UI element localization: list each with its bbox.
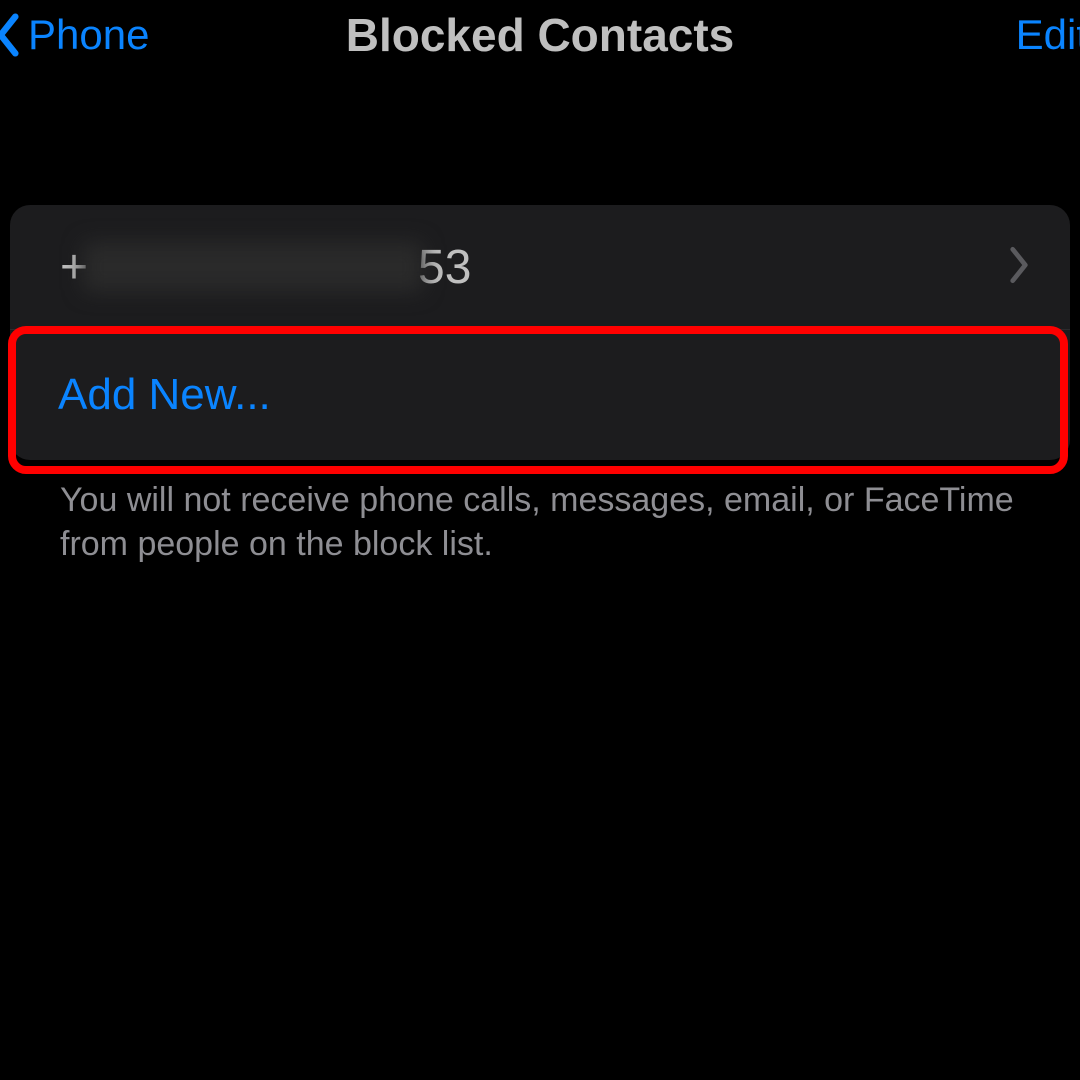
back-label: Phone [28,11,149,59]
chevron-left-icon [0,13,22,57]
phone-number: + 53 [60,240,471,295]
edit-button[interactable]: Edit [1016,11,1080,59]
phone-redacted [83,242,423,292]
page-title: Blocked Contacts [346,8,735,62]
blocked-contacts-list: + 53 Add New... [10,205,1070,460]
add-new-label: Add New... [58,370,271,420]
navigation-bar: Phone Blocked Contacts Edit [0,0,1080,70]
back-button[interactable]: Phone [0,11,149,59]
blocked-contact-row[interactable]: + 53 [10,205,1070,330]
footer-description: You will not receive phone calls, messag… [0,460,1080,584]
add-new-button[interactable]: Add New... [10,330,1070,460]
content-area: + 53 Add New... You will not receive pho… [0,205,1080,584]
chevron-right-icon [1008,246,1030,289]
phone-suffix: 53 [418,240,471,295]
